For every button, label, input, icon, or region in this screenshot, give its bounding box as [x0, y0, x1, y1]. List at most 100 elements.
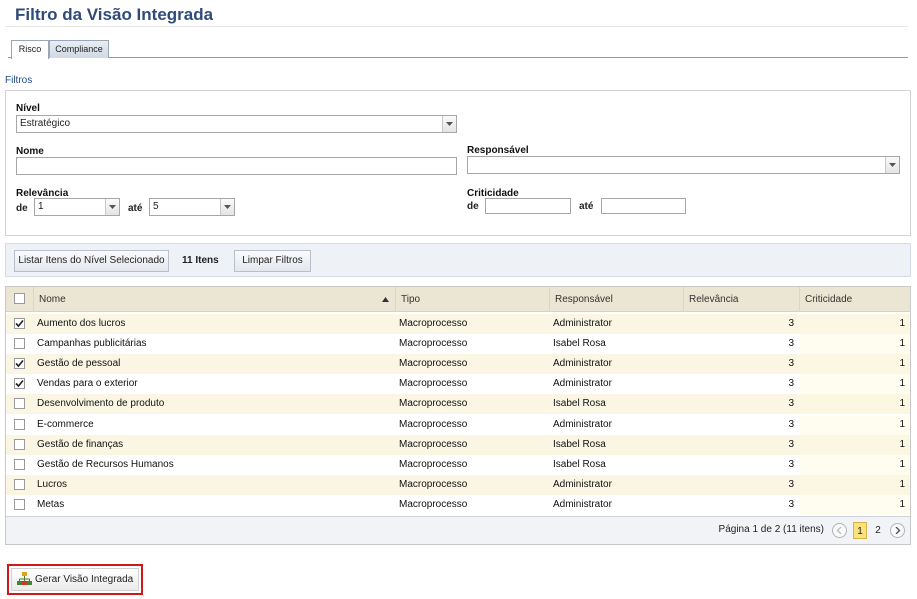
table-row[interactable]: Lucros Macroprocesso Administrator 3 1	[6, 474, 910, 495]
table-row[interactable]: Campanhas publicitárias Macroprocesso Isab…	[6, 334, 910, 355]
cell-criticidade: 1	[799, 454, 910, 475]
cell-responsavel: Administrator	[553, 478, 612, 490]
criticidade-to-input[interactable]	[601, 198, 686, 214]
cell-nome: Gestão de pessoal	[37, 358, 121, 370]
tab-risco[interactable]: Risco	[11, 40, 49, 59]
table-row[interactable]: Metas Macroprocesso Administrator 3 1	[6, 494, 910, 515]
criticidade-to-label: até	[579, 201, 594, 212]
prev-page-icon[interactable]	[832, 523, 847, 538]
row-checkbox[interactable]	[14, 418, 25, 430]
chevron-down-icon[interactable]	[105, 199, 119, 215]
cell-nome: Vendas para o exterior	[37, 378, 138, 390]
cell-relevancia: 3	[788, 498, 794, 510]
row-checkbox[interactable]	[14, 498, 25, 510]
cell-relevancia: 3	[788, 418, 794, 430]
generate-integrated-view-button[interactable]: Gerar Visão Integrada	[7, 564, 143, 595]
cell-responsavel: Administrator	[553, 378, 612, 390]
relevancia-from-label: de	[16, 203, 28, 214]
cell-responsavel: Isabel Rosa	[553, 438, 606, 450]
column-header-relevancia[interactable]: Relevância	[683, 287, 799, 312]
grid-toolbar: Listar Itens do Nível Selecionado 11 Ite…	[5, 243, 911, 277]
cell-criticidade: 1	[799, 434, 910, 455]
chevron-down-icon[interactable]	[442, 116, 456, 132]
cell-relevancia: 3	[788, 338, 794, 350]
row-checkbox[interactable]	[14, 338, 25, 350]
cell-tipo: Macroprocesso	[399, 498, 468, 510]
cell-nome: E-commerce	[37, 418, 94, 430]
column-header-criticidade[interactable]: Criticidade	[799, 287, 910, 312]
cell-responsavel: Administrator	[553, 418, 612, 430]
cell-nome: Gestão de Recursos Humanos	[37, 458, 174, 470]
chevron-down-icon[interactable]	[885, 157, 899, 173]
cell-tipo: Macroprocesso	[399, 378, 468, 390]
org-chart-icon	[17, 572, 32, 585]
cell-tipo: Macroprocesso	[399, 398, 468, 410]
relevancia-to-label: até	[128, 203, 143, 214]
cell-nome: Aumento dos lucros	[37, 318, 126, 329]
filters-panel: Nível Estratégico Nome Responsável Relev…	[5, 90, 911, 236]
select-all-checkbox[interactable]	[14, 293, 25, 304]
row-checkbox[interactable]	[14, 358, 25, 370]
relevancia-from-select[interactable]: 1	[34, 198, 120, 216]
cell-tipo: Macroprocesso	[399, 418, 468, 430]
nivel-label: Nível	[16, 103, 40, 114]
tab-compliance[interactable]: Compliance	[49, 40, 109, 58]
table-row[interactable]: Gestão de finanças Macroprocesso Isabel Ro…	[6, 434, 910, 455]
cell-nome: Metas	[37, 498, 65, 510]
table-row[interactable]: E-commerce Macroprocesso Administrator 3 1	[6, 414, 910, 435]
cell-responsavel: Isabel Rosa	[553, 398, 606, 410]
row-checkbox[interactable]	[14, 458, 25, 470]
results-grid: Nome Tipo Responsável Relevância Critici…	[5, 286, 911, 545]
column-header-nome[interactable]: Nome	[33, 287, 395, 312]
checkmark-icon	[15, 360, 24, 368]
list-items-button[interactable]: Listar Itens do Nível Selecionado	[14, 250, 169, 272]
generate-button-label: Gerar Visão Integrada	[35, 574, 134, 585]
cell-responsavel: Administrator	[553, 498, 612, 510]
row-checkbox[interactable]	[14, 438, 25, 450]
chevron-down-icon[interactable]	[220, 199, 234, 215]
column-header-nome-label: Nome	[39, 294, 66, 305]
cell-criticidade: 1	[799, 354, 910, 375]
cell-criticidade: 1	[799, 374, 910, 395]
filters-section-label: Filtros	[5, 75, 33, 86]
cell-criticidade: 1	[799, 394, 910, 415]
cell-tipo: Macroprocesso	[399, 478, 468, 490]
cell-nome: Desenvolvimento de produto	[37, 398, 165, 410]
clear-filters-button[interactable]: Limpar Filtros	[234, 250, 311, 272]
cell-relevancia: 3	[788, 438, 794, 450]
criticidade-from-input[interactable]	[485, 198, 571, 214]
row-checkbox[interactable]	[14, 478, 25, 490]
relevancia-to-value: 5	[153, 201, 159, 212]
cell-responsavel: Administrator	[553, 318, 612, 329]
cell-criticidade: 1	[799, 474, 910, 495]
column-header-responsavel[interactable]: Responsável	[549, 287, 683, 312]
table-row[interactable]: Desenvolvimento de produto Macroprocesso I…	[6, 394, 910, 415]
page-2-button[interactable]: 2	[871, 522, 885, 539]
row-checkbox[interactable]	[14, 398, 25, 410]
next-page-icon[interactable]	[890, 523, 905, 538]
pagination-summary: Página 1 de 2 (11 itens)	[718, 524, 824, 535]
nome-input[interactable]	[16, 157, 457, 175]
table-row[interactable]: Vendas para o exterior Macroprocesso Admin…	[6, 374, 910, 395]
cell-tipo: Macroprocesso	[399, 438, 468, 450]
cell-responsavel: Isabel Rosa	[553, 458, 606, 470]
row-checkbox[interactable]	[14, 378, 25, 390]
cell-responsavel: Administrator	[553, 358, 612, 370]
cell-relevancia: 3	[788, 358, 794, 370]
column-header-tipo[interactable]: Tipo	[395, 287, 549, 312]
cell-nome: Lucros	[37, 478, 68, 490]
checkmark-icon	[15, 380, 24, 388]
table-row[interactable]: Aumento dos lucros Macroprocesso Administr…	[6, 314, 910, 334]
responsavel-select[interactable]	[467, 156, 900, 174]
table-row[interactable]: Gestão de pessoal Macroprocesso Administra…	[6, 354, 910, 375]
cell-relevancia: 3	[788, 378, 794, 390]
table-row[interactable]: Gestão de Recursos Humanos Macroprocesso I…	[6, 454, 910, 475]
nivel-select[interactable]: Estratégico	[16, 115, 457, 133]
page-title: Filtro da Visão Integrada	[15, 5, 214, 24]
relevancia-to-select[interactable]: 5	[149, 198, 235, 216]
title-divider	[5, 26, 908, 27]
cell-relevancia: 3	[788, 318, 794, 329]
row-checkbox[interactable]	[14, 318, 25, 329]
cell-criticidade: 1	[799, 334, 910, 355]
page-1-button[interactable]: 1	[853, 522, 867, 539]
